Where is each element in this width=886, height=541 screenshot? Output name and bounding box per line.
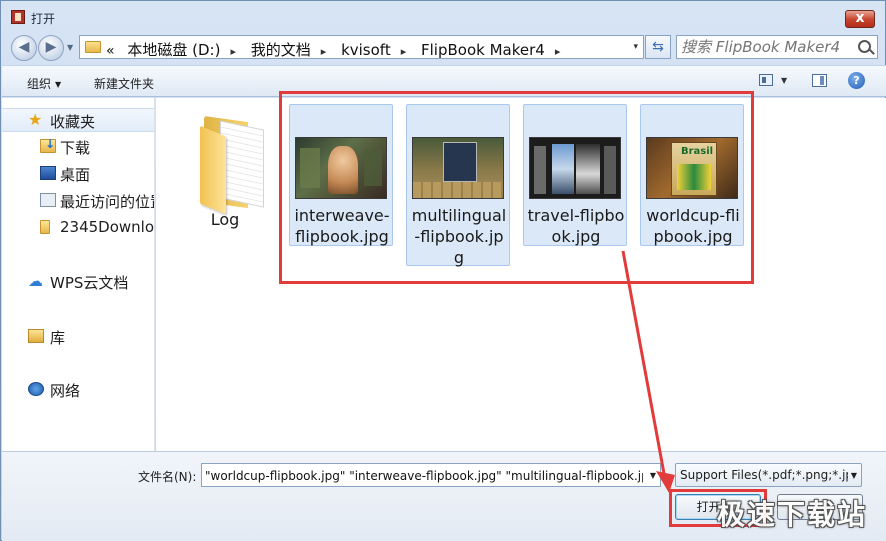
nav-item-library[interactable]: 库 bbox=[2, 325, 154, 349]
file-item-travel[interactable]: travel-flipbook.jpg bbox=[523, 104, 627, 246]
change-view-icon[interactable] bbox=[759, 74, 773, 86]
cloud-icon: ☁ bbox=[28, 272, 43, 290]
breadcrumb-separator-icon[interactable]: ▸ bbox=[230, 45, 236, 58]
thumbnail-text: Brasil bbox=[681, 146, 714, 157]
forward-button[interactable]: ▶ bbox=[38, 35, 64, 61]
filename-input[interactable] bbox=[205, 467, 643, 484]
chevron-down-icon: ▼ bbox=[55, 80, 62, 89]
library-icon bbox=[28, 329, 44, 343]
breadcrumb-separator-icon[interactable]: ▸ bbox=[321, 45, 327, 58]
filetype-value: Support Files(*.pdf;*.png;*.jpg) bbox=[680, 468, 848, 482]
image-thumbnail bbox=[412, 137, 504, 199]
breadcrumb: « 本地磁盘 (D:) ▸ 我的文档 ▸ kvisoft ▸ FlipBook Mak… bbox=[106, 39, 570, 60]
nav-item-label: 收藏夹 bbox=[50, 113, 96, 131]
folder-icon bbox=[200, 111, 280, 215]
preview-pane-icon[interactable] bbox=[812, 74, 827, 87]
new-folder-button[interactable]: 新建文件夹 bbox=[94, 75, 154, 92]
nav-item-recent-places[interactable]: 最近访问的位置 bbox=[2, 189, 155, 213]
close-button[interactable]: x bbox=[845, 10, 875, 28]
network-icon bbox=[28, 382, 44, 396]
open-file-dialog: 打开 x ◀ ▶ ▼ « 本地磁盘 (D:) ▸ 我的文档 ▸ kvisoft ▸ F… bbox=[0, 0, 886, 541]
nav-item-desktop[interactable]: 桌面 bbox=[2, 162, 154, 186]
file-name: Log bbox=[210, 210, 240, 229]
star-icon: ★ bbox=[28, 110, 43, 129]
navigation-pane[interactable]: ★ 收藏夹 下载 桌面 最近访问的位置 2345Downloads ☁ WPS云… bbox=[2, 98, 155, 451]
chevron-down-icon: ▼ bbox=[850, 471, 857, 480]
nav-item-network[interactable]: 网络 bbox=[2, 378, 154, 402]
nav-item-label: 最近访问的位置 bbox=[60, 193, 155, 211]
nav-item-label: WPS云文档 bbox=[50, 274, 129, 292]
nav-item-label: 桌面 bbox=[60, 166, 91, 184]
desktop-icon bbox=[40, 166, 56, 180]
organize-label: 组织 bbox=[27, 77, 52, 91]
breadcrumb-item[interactable]: kvisoft bbox=[341, 41, 391, 59]
window-title: 打开 bbox=[31, 12, 56, 26]
file-name: travel-flipbook.jpg bbox=[527, 206, 625, 246]
nav-item-label: 库 bbox=[50, 329, 66, 347]
file-item-worldcup[interactable]: Brasil worldcup-flipbook.jpg bbox=[640, 104, 744, 246]
breadcrumb-overflow[interactable]: « bbox=[106, 43, 115, 59]
file-name: interweave-flipbook.jpg bbox=[294, 206, 390, 246]
nav-item-wps-cloud[interactable]: ☁ WPS云文档 bbox=[2, 270, 154, 294]
app-icon bbox=[11, 10, 25, 24]
recent-places-icon bbox=[40, 193, 56, 207]
nav-item-downloads[interactable]: 下载 bbox=[2, 135, 154, 159]
refresh-icon: ⇆ bbox=[652, 39, 664, 55]
forward-arrow-icon: ▶ bbox=[45, 39, 57, 55]
file-list[interactable]: Log interweave-flipbook.jpg multilingual… bbox=[156, 98, 886, 451]
file-item-multilingual[interactable]: multilingual-flipbook.jpg bbox=[406, 104, 510, 267]
search-box[interactable] bbox=[676, 35, 878, 59]
file-name: multilingual-flipbook.jpg bbox=[411, 206, 507, 267]
breadcrumb-separator-icon[interactable]: ▸ bbox=[401, 45, 407, 58]
image-thumbnail bbox=[529, 137, 621, 199]
filetype-select[interactable]: Support Files(*.pdf;*.png;*.jpg) ▼ bbox=[675, 463, 862, 487]
nav-item-favorites[interactable]: ★ 收藏夹 bbox=[2, 108, 154, 132]
breadcrumb-item[interactable]: 我的文档 bbox=[251, 41, 311, 59]
file-item-log-folder[interactable]: Log bbox=[172, 104, 276, 234]
address-bar[interactable]: « 本地磁盘 (D:) ▸ 我的文档 ▸ kvisoft ▸ FlipBook Mak… bbox=[79, 35, 644, 59]
help-icon[interactable]: ? bbox=[848, 72, 865, 89]
image-thumbnail: Brasil bbox=[646, 137, 738, 199]
watermark-text: 极速下载站 bbox=[717, 498, 868, 531]
folder-icon bbox=[40, 220, 50, 234]
title-bar: 打开 x bbox=[1, 1, 885, 31]
back-arrow-icon: ◀ bbox=[18, 39, 30, 55]
search-input[interactable] bbox=[681, 38, 856, 56]
breadcrumb-item[interactable]: 本地磁盘 (D:) bbox=[127, 41, 220, 59]
image-thumbnail bbox=[295, 137, 387, 199]
chevron-down-icon[interactable]: ▼ bbox=[650, 471, 656, 480]
search-icon[interactable] bbox=[858, 40, 871, 53]
file-name: worldcup-flipbook.jpg bbox=[646, 206, 740, 246]
filename-label: 文件名(N): bbox=[138, 470, 197, 484]
refresh-button[interactable]: ⇆ bbox=[645, 35, 671, 59]
nav-item-label: 网络 bbox=[50, 382, 81, 400]
nav-item-label: 下载 bbox=[60, 139, 91, 157]
back-button[interactable]: ◀ bbox=[11, 35, 37, 61]
history-dropdown-icon[interactable]: ▼ bbox=[67, 43, 77, 53]
command-bar: 组织 ▼ 新建文件夹 ▼ ? bbox=[2, 65, 886, 97]
breadcrumb-item[interactable]: FlipBook Maker4 bbox=[421, 41, 545, 59]
folder-icon bbox=[85, 41, 101, 53]
nav-item-label: 2345Downloads bbox=[60, 218, 155, 236]
organize-button[interactable]: 组织 ▼ bbox=[27, 75, 61, 92]
address-dropdown-icon[interactable]: ▾ bbox=[633, 42, 638, 52]
file-item-interweave[interactable]: interweave-flipbook.jpg bbox=[289, 104, 393, 246]
view-options-chevron-icon[interactable]: ▼ bbox=[781, 76, 787, 85]
filename-combobox[interactable]: ▼ bbox=[201, 463, 661, 487]
downloads-folder-icon bbox=[40, 137, 56, 153]
breadcrumb-separator-icon[interactable]: ▸ bbox=[555, 45, 561, 58]
nav-item-2345downloads[interactable]: 2345Downloads bbox=[2, 216, 155, 240]
